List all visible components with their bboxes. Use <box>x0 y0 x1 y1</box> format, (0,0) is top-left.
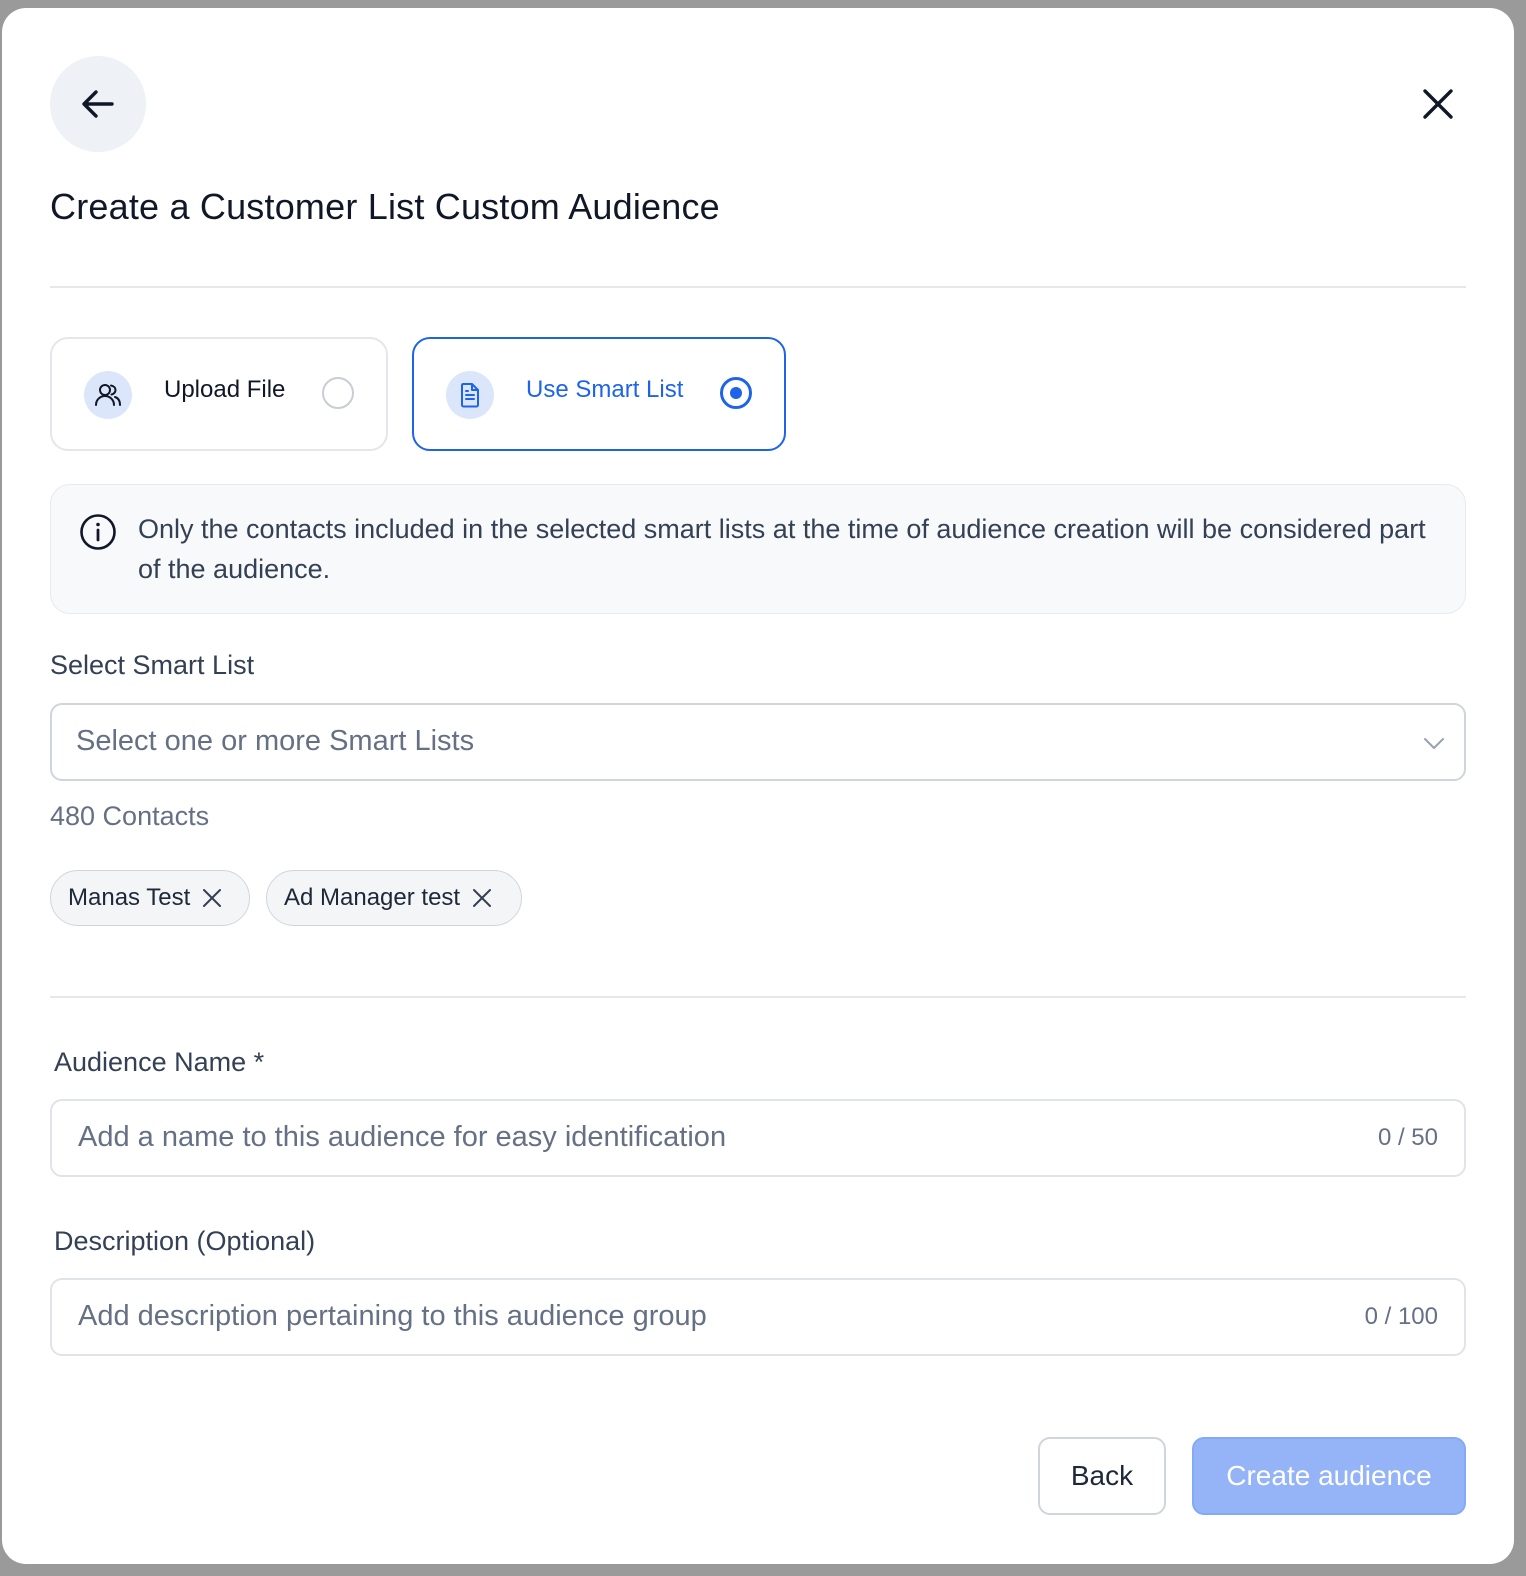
smart-list-select[interactable]: Select one or more Smart Lists <box>50 703 1466 781</box>
contacts-count: 480 Contacts <box>50 801 210 831</box>
description-label: Description (Optional) <box>54 1226 316 1256</box>
back-button[interactable]: Back <box>1038 1437 1166 1515</box>
description-input[interactable]: Add description pertaining to this audie… <box>50 1278 1466 1356</box>
audience-name-label: Audience Name * <box>54 1047 265 1077</box>
info-banner: Only the contacts included in the select… <box>50 484 1466 614</box>
users-icon <box>84 371 132 419</box>
info-text: Only the contacts included in the select… <box>138 514 1426 584</box>
close-icon <box>1423 89 1453 119</box>
description-placeholder: Add description pertaining to this audie… <box>78 1300 707 1332</box>
back-arrow-button[interactable] <box>50 56 146 152</box>
document-icon <box>446 371 494 419</box>
smart-list-chip: Ad Manager test <box>266 870 522 926</box>
smart-list-select-placeholder: Select one or more Smart Lists <box>76 725 475 757</box>
section-divider <box>50 996 1466 998</box>
option-use-smart-list-label: Use Smart List <box>526 376 684 403</box>
header-divider <box>50 286 1466 288</box>
chip-label: Manas Test <box>68 884 191 911</box>
close-icon <box>203 889 222 907</box>
close-icon <box>473 889 492 907</box>
dialog-title: Create a Customer List Custom Audience <box>50 186 720 227</box>
use-smart-list-radio[interactable] <box>720 377 752 409</box>
audience-name-input[interactable]: Add a name to this audience for easy ide… <box>50 1099 1466 1177</box>
create-audience-dialog: Create a Customer List Custom Audience U… <box>2 8 1514 1564</box>
chip-label: Ad Manager test <box>284 884 461 911</box>
arrow-left-icon <box>82 90 114 118</box>
chip-remove-button[interactable] <box>200 886 224 910</box>
chevron-down-icon <box>1424 738 1444 749</box>
upload-file-radio[interactable] <box>322 377 354 409</box>
option-upload-file-label: Upload File <box>164 376 286 403</box>
create-audience-button[interactable]: Create audience <box>1192 1437 1466 1515</box>
close-button[interactable] <box>1418 84 1458 124</box>
option-use-smart-list[interactable]: Use Smart List <box>412 337 786 451</box>
audience-name-char-counter: 0 / 50 <box>1377 1124 1438 1151</box>
smart-list-chip: Manas Test <box>50 870 250 926</box>
option-upload-file[interactable]: Upload File <box>50 337 388 451</box>
audience-name-placeholder: Add a name to this audience for easy ide… <box>78 1121 727 1153</box>
select-smart-list-label: Select Smart List <box>50 650 255 680</box>
info-icon <box>80 514 116 550</box>
description-char-counter: 0 / 100 <box>1364 1303 1438 1330</box>
chip-remove-button[interactable] <box>470 886 494 910</box>
